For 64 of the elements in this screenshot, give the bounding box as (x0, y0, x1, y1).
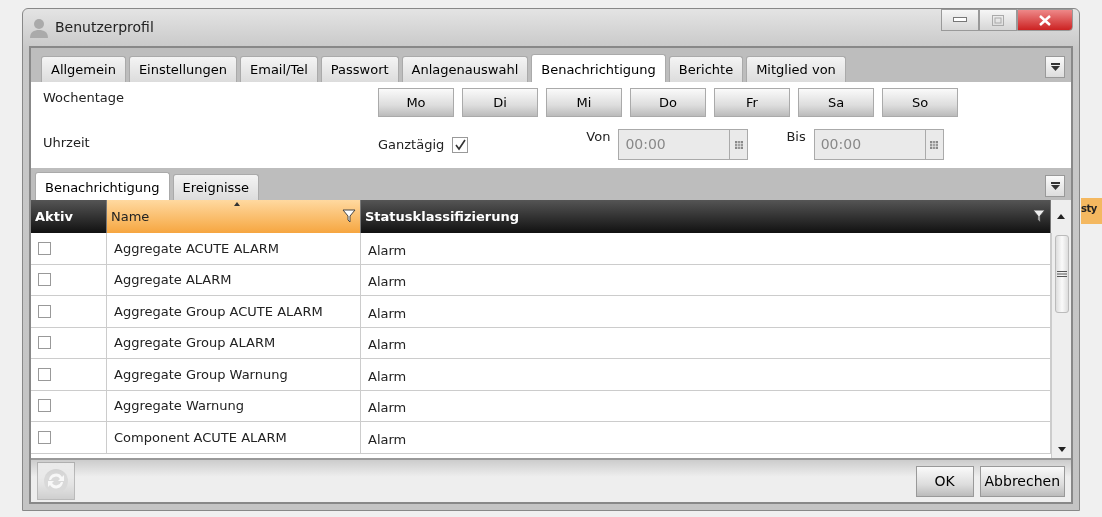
weekday-button[interactable]: So (882, 88, 958, 117)
tab[interactable]: Mitglied von (746, 55, 846, 82)
table-cell: Aggregate ALARM (107, 264, 361, 295)
caret-icon (1050, 182, 1060, 190)
table-cell: Aggregate Warnung (107, 390, 361, 421)
tab[interactable]: Berichte (668, 55, 744, 82)
all-day-checkbox[interactable] (452, 136, 469, 153)
tab[interactable]: Benachrichtigung (531, 53, 666, 82)
caret-icon (1050, 63, 1060, 71)
tab[interactable]: Benachrichtigung (35, 171, 170, 200)
table-cell: Aggregate ACUTE ALARM (107, 233, 361, 264)
table-cell: Component ACUTE ALARM (107, 422, 361, 453)
filter-icon (342, 209, 356, 223)
from-label: Von (586, 128, 611, 146)
calendar-icon (930, 140, 939, 149)
weekday-button[interactable]: Di (462, 88, 538, 117)
refresh-button[interactable] (37, 462, 75, 500)
minimize-button[interactable] (941, 9, 979, 31)
weekday-button[interactable]: Mo (378, 88, 454, 117)
tab[interactable]: Ereignisse (172, 173, 260, 200)
table-cell: Aggregate Group ALARM (107, 327, 361, 358)
tab[interactable]: Passwort (320, 55, 399, 82)
checkbox[interactable] (38, 367, 51, 381)
maximize-button[interactable] (979, 9, 1017, 31)
weekday-button[interactable]: Sa (798, 88, 874, 117)
time-label: Uhrzeit (43, 134, 91, 152)
dropdown-button[interactable] (1045, 56, 1065, 78)
all-day-label: Ganztägig (378, 135, 445, 154)
checkmark-icon (454, 138, 467, 151)
close-icon (1039, 14, 1051, 26)
tab[interactable]: Anlagenauswahl (401, 55, 529, 82)
tab[interactable]: Einstellungen (128, 55, 237, 82)
maximize-icon (992, 14, 1004, 26)
checkbox[interactable] (38, 430, 51, 444)
minimize-icon (953, 17, 967, 23)
checkbox[interactable] (38, 336, 51, 350)
cancel-button[interactable]: Abbrechen (979, 465, 1065, 497)
weekday-button[interactable]: Mi (546, 88, 622, 117)
background-window-text: sty (1081, 198, 1102, 224)
column-header[interactable]: Name (107, 200, 361, 233)
ok-button[interactable]: OK (915, 465, 974, 497)
dropdown-button[interactable] (1045, 175, 1065, 197)
calendar-icon (734, 140, 743, 149)
filter-icon (1032, 209, 1046, 223)
tab[interactable]: Allgemein (41, 55, 126, 82)
table-cell: Aggregate Group ACUTE ALARM (107, 296, 361, 327)
window-title: Benutzerprofil (55, 18, 154, 37)
checkbox[interactable] (38, 304, 51, 318)
close-button[interactable] (1017, 9, 1073, 31)
checkbox[interactable] (38, 241, 51, 255)
weekday-button[interactable]: Fr (714, 88, 790, 117)
weekdays-label: Wochentage (43, 89, 125, 107)
scroll-down-icon (1057, 447, 1066, 452)
table-cell: Aggregate Group Warnung (107, 359, 361, 390)
checkbox[interactable] (38, 273, 51, 287)
scrollbar[interactable] (1051, 233, 1071, 458)
grip-icon (1056, 271, 1067, 277)
checkbox[interactable] (38, 399, 51, 413)
weekday-button[interactable]: Do (630, 88, 706, 117)
to-label: Bis (786, 128, 806, 146)
sort-arrow-icon (233, 202, 240, 206)
tab[interactable]: Email/Tel (240, 55, 318, 82)
user-icon (29, 16, 49, 39)
scroll-up-icon (1057, 214, 1065, 219)
